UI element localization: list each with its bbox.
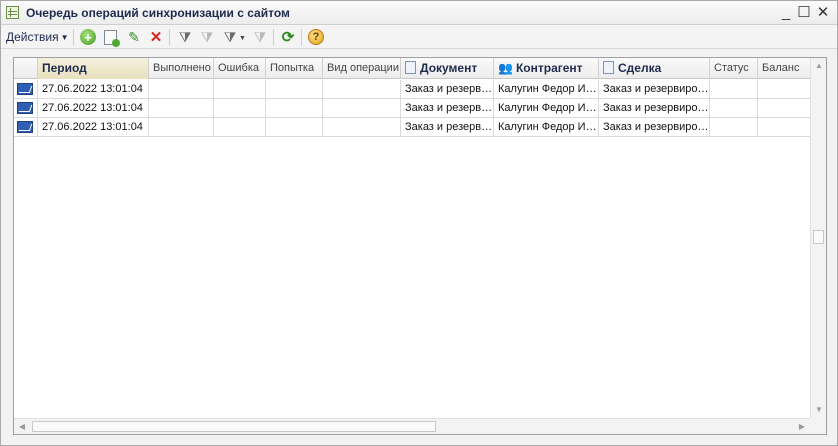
list-form-icon [6, 6, 19, 19]
column-header-balance[interactable]: Баланс [758, 58, 810, 79]
column-header-attempt[interactable]: Попытка [266, 58, 323, 79]
scrollbar-corner [810, 418, 826, 434]
horizontal-scroll-thumb[interactable] [32, 421, 436, 432]
column-header-counterparty[interactable]: 👥 Контрагент [494, 58, 599, 79]
cell-done[interactable] [149, 99, 214, 118]
delete-icon[interactable]: ✕ [147, 28, 165, 46]
actions-menu-button[interactable]: Действия ▼ [6, 30, 69, 44]
people-icon: 👥 [498, 61, 513, 75]
record-icon [17, 121, 33, 133]
vertical-scrollbar[interactable]: ▲ ▼ [810, 58, 826, 418]
cell-deal[interactable]: Заказ и резервирование [599, 80, 710, 99]
close-button[interactable]: ✕ [813, 3, 833, 23]
table-header: Период Выполнено Ошибка Попытка Вид опер… [14, 58, 810, 79]
actions-menu-label: Действия [6, 30, 59, 44]
cell-attempt[interactable] [266, 80, 323, 99]
table-row[interactable]: 27.06.2022 13:01:04 Заказ и резервирован… [14, 80, 810, 99]
maximize-button[interactable]: ☐ [794, 3, 814, 23]
column-header-period[interactable]: Период [38, 58, 149, 79]
clear-filter-icon[interactable]: ⧩ [251, 28, 269, 46]
column-header-document[interactable]: Документ [401, 58, 494, 79]
column-header-done[interactable]: Выполнено [149, 58, 214, 79]
sync-queue-window: Очередь операций синхронизации с сайтом … [0, 0, 838, 446]
scroll-up-arrow-icon[interactable]: ▲ [811, 58, 826, 74]
cell-document[interactable]: Заказ и резервирование [401, 99, 494, 118]
cell-done[interactable] [149, 118, 214, 137]
toolbar-separator [169, 29, 170, 46]
cell-done[interactable] [149, 80, 214, 99]
scroll-right-arrow-icon[interactable]: ▶ [794, 419, 810, 434]
cell-period[interactable]: 27.06.2022 13:01:04 [38, 118, 149, 137]
document-icon [603, 61, 614, 74]
cell-attempt[interactable] [266, 118, 323, 137]
filter-dropdown-arrow-icon[interactable]: ▼ [239, 35, 246, 42]
cell-status[interactable] [710, 118, 758, 137]
copy-icon[interactable] [104, 30, 120, 47]
window-title: Очередь операций синхронизации с сайтом [26, 6, 290, 20]
help-icon[interactable]: ? [308, 29, 324, 45]
row-icon-column-header [14, 58, 38, 79]
filter-icon[interactable]: ⧩ [176, 28, 194, 46]
table-row[interactable]: 27.06.2022 13:01:04 Заказ и резервирован… [14, 118, 810, 137]
row-status-cell [14, 80, 38, 99]
cell-balance[interactable] [758, 118, 810, 137]
refresh-icon[interactable]: ⟳ [279, 28, 297, 46]
title-bar: Очередь операций синхронизации с сайтом … [1, 1, 837, 25]
toolbar-separator [273, 29, 274, 46]
column-header-operation-type[interactable]: Вид операции [323, 58, 401, 79]
add-icon[interactable]: + [80, 29, 96, 45]
cell-operation-type[interactable] [323, 118, 401, 137]
horizontal-scrollbar[interactable]: ◀ ▶ [14, 418, 810, 434]
column-header-deal[interactable]: Сделка [599, 58, 710, 79]
cell-counterparty[interactable]: Калугин Федор Иванович [494, 99, 599, 118]
cell-document[interactable]: Заказ и резервирование [401, 118, 494, 137]
cell-error[interactable] [214, 118, 266, 137]
dropdown-arrow-icon: ▼ [60, 33, 69, 42]
column-header-status[interactable]: Статус [710, 58, 758, 79]
toolbar-separator [301, 29, 302, 46]
cell-error[interactable] [214, 99, 266, 118]
cell-counterparty[interactable]: Калугин Федор Иванович [494, 118, 599, 137]
toolbar-separator [73, 29, 74, 46]
queue-table[interactable]: Период Выполнено Ошибка Попытка Вид опер… [13, 57, 827, 435]
row-status-cell [14, 99, 38, 118]
scroll-left-arrow-icon[interactable]: ◀ [14, 419, 30, 434]
column-header-deal-label: Сделка [618, 61, 662, 75]
edit-icon[interactable]: ✎ [125, 28, 143, 46]
cell-operation-type[interactable] [323, 80, 401, 99]
record-icon [17, 83, 33, 95]
cell-deal[interactable]: Заказ и резервирование [599, 118, 710, 137]
column-header-counterparty-label: Контрагент [515, 61, 583, 75]
table-row[interactable]: 27.06.2022 13:01:04 Заказ и резервирован… [14, 99, 810, 118]
cell-deal[interactable]: Заказ и резервирование [599, 99, 710, 118]
cell-document[interactable]: Заказ и резервирование [401, 80, 494, 99]
cell-error[interactable] [214, 80, 266, 99]
cell-balance[interactable] [758, 80, 810, 99]
cell-status[interactable] [710, 99, 758, 118]
cell-counterparty[interactable]: Калугин Федор Иванович [494, 80, 599, 99]
minimize-button[interactable]: _ [776, 3, 796, 23]
cell-period[interactable]: 27.06.2022 13:01:04 [38, 80, 149, 99]
vertical-scroll-thumb[interactable] [813, 230, 824, 244]
filter-list-icon[interactable]: ⧩ [221, 28, 239, 46]
column-header-error[interactable]: Ошибка [214, 58, 266, 79]
record-icon [17, 102, 33, 114]
column-header-document-label: Документ [420, 61, 478, 75]
cell-operation-type[interactable] [323, 99, 401, 118]
filter-off-icon[interactable]: ⧩ [198, 28, 216, 46]
row-status-cell [14, 118, 38, 137]
cell-balance[interactable] [758, 99, 810, 118]
cell-period[interactable]: 27.06.2022 13:01:04 [38, 99, 149, 118]
cell-attempt[interactable] [266, 99, 323, 118]
document-icon [405, 61, 416, 74]
toolbar: Действия ▼ + ✎ ✕ ⧩ ⧩ ⧩ ▼ ⧩ ⟳ ? [1, 25, 837, 49]
scroll-down-arrow-icon[interactable]: ▼ [811, 402, 826, 418]
cell-status[interactable] [710, 80, 758, 99]
